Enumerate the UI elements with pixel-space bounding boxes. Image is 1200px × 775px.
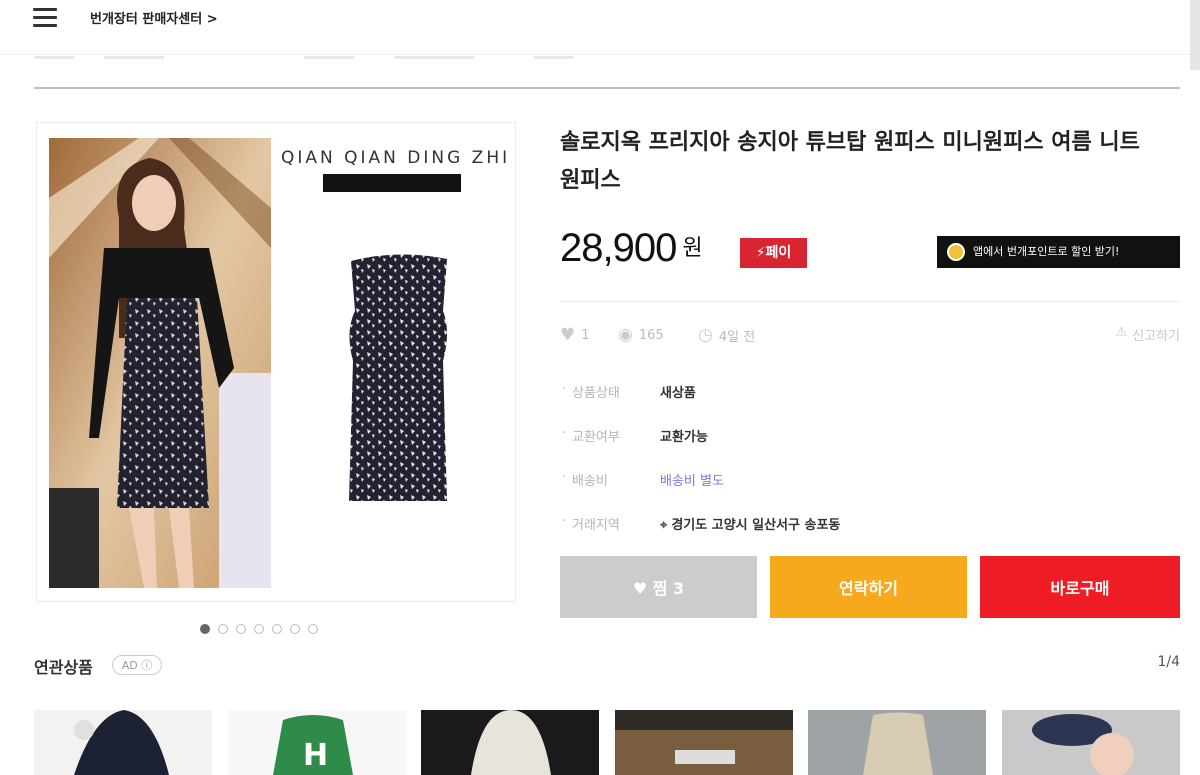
related-product-thumb[interactable] <box>615 710 793 775</box>
top-bar: 번개장터 판매자센터 > <box>0 0 1200 70</box>
brand-logo-bar <box>323 174 461 192</box>
heart-icon: ♥ <box>560 325 576 345</box>
related-product-thumb[interactable] <box>34 710 212 775</box>
location-pin-icon: ⌖ <box>660 518 668 533</box>
price-value: 28,900 <box>560 226 677 270</box>
related-product-thumb[interactable] <box>421 710 599 775</box>
location-text: 경기도 고양시 일산서구 송포동 <box>671 518 841 533</box>
product-stats: ♥ 1 ◉ 165 ◷ 4일 전 ⚠ 신고하기 <box>560 325 1180 351</box>
likes-stat: ♥ 1 <box>560 325 590 345</box>
siren-icon: ⚠ <box>1115 325 1128 340</box>
info-value[interactable]: ⌖ 경기도 고양시 일산서구 송포동 <box>660 514 840 533</box>
time-stat: ◷ 4일 전 <box>698 325 755 345</box>
related-products-title: 연관상품 <box>34 658 93 677</box>
coin-icon <box>947 243 965 261</box>
clock-icon: ◷ <box>698 325 713 345</box>
gallery-dot[interactable] <box>290 624 300 634</box>
product-title: 솔로지옥 프리지아 송지아 튜브탑 원피스 미니원피스 여름 니트 원피스 <box>560 130 1140 193</box>
model-photo <box>49 138 271 588</box>
gallery-dot[interactable] <box>200 624 210 634</box>
info-divider <box>560 301 1180 302</box>
gallery-dot[interactable] <box>218 624 228 634</box>
gallery-dot[interactable] <box>272 624 282 634</box>
views-count: 165 <box>638 327 664 343</box>
posted-time: 4일 전 <box>718 329 756 345</box>
related-product-thumb[interactable] <box>1002 710 1180 775</box>
pay-badge[interactable]: ⚡페이 <box>740 238 807 268</box>
heart-icon: ♥ <box>632 579 648 598</box>
currency-label: 원 <box>682 236 703 261</box>
gallery-dot[interactable] <box>308 624 318 634</box>
info-row-condition: 상품상태 새상품 <box>560 378 1180 422</box>
point-discount-banner[interactable]: 앱에서 번개포인트로 할인 받기! <box>937 236 1180 268</box>
brand-text: QIAN QIAN DING ZHI <box>281 148 511 168</box>
ad-badge[interactable]: AD ⓘ <box>112 655 162 675</box>
buy-now-button[interactable]: 바로구매 <box>980 556 1180 618</box>
like-button[interactable]: ♥ 찜 3 <box>560 556 757 618</box>
shipping-link[interactable]: 배송비 별도 <box>660 470 724 489</box>
gallery-dot[interactable] <box>236 624 246 634</box>
views-stat: ◉ 165 <box>618 325 664 345</box>
header-divider <box>34 87 1180 89</box>
price-row: 28,900 원 <box>560 226 703 276</box>
product-info-list: 상품상태 새상품 교환여부 교환가능 배송비 배송비 별도 거래지역 ⌖경기도 … <box>560 378 1180 554</box>
info-row-exchange: 교환여부 교환가능 <box>560 422 1180 466</box>
point-banner-label: 앱에서 번개포인트로 할인 받기! <box>973 245 1120 258</box>
gallery-pagination <box>200 624 318 634</box>
info-key: 거래지역 <box>562 514 620 533</box>
hamburger-menu-icon[interactable] <box>33 8 57 28</box>
seller-center-link[interactable]: 번개장터 판매자센터 > <box>90 8 218 27</box>
faded-nav-row <box>34 56 1180 66</box>
lightning-icon: ⚡ <box>755 245 766 261</box>
product-image-gallery[interactable]: QIAN QIAN DING ZHI <box>36 122 516 602</box>
eye-icon: ◉ <box>618 325 633 345</box>
gallery-dot[interactable] <box>254 624 264 634</box>
dress-product-photo <box>343 251 455 506</box>
related-product-thumb[interactable] <box>808 710 986 775</box>
info-key: 배송비 <box>562 470 608 489</box>
info-row-location: 거래지역 ⌖경기도 고양시 일산서구 송포동 <box>560 510 1180 554</box>
info-row-shipping: 배송비 배송비 별도 <box>560 466 1180 510</box>
related-pager: 1/4 <box>1157 654 1180 670</box>
info-key: 상품상태 <box>562 382 620 401</box>
like-label: 찜 3 <box>652 579 685 598</box>
report-button[interactable]: ⚠ 신고하기 <box>1116 325 1181 344</box>
likes-count: 1 <box>581 327 590 343</box>
info-value: 새상품 <box>660 386 696 401</box>
related-product-thumb[interactable]: H <box>228 710 406 775</box>
svg-text:H: H <box>303 738 328 773</box>
scrollbar[interactable] <box>1190 0 1200 70</box>
contact-button[interactable]: 연락하기 <box>770 556 967 618</box>
info-value: 교환가능 <box>660 430 708 445</box>
related-products-row: H <box>34 710 1180 775</box>
pay-badge-label: 페이 <box>765 245 792 261</box>
info-key: 교환여부 <box>562 426 620 445</box>
report-label: 신고하기 <box>1132 329 1180 344</box>
